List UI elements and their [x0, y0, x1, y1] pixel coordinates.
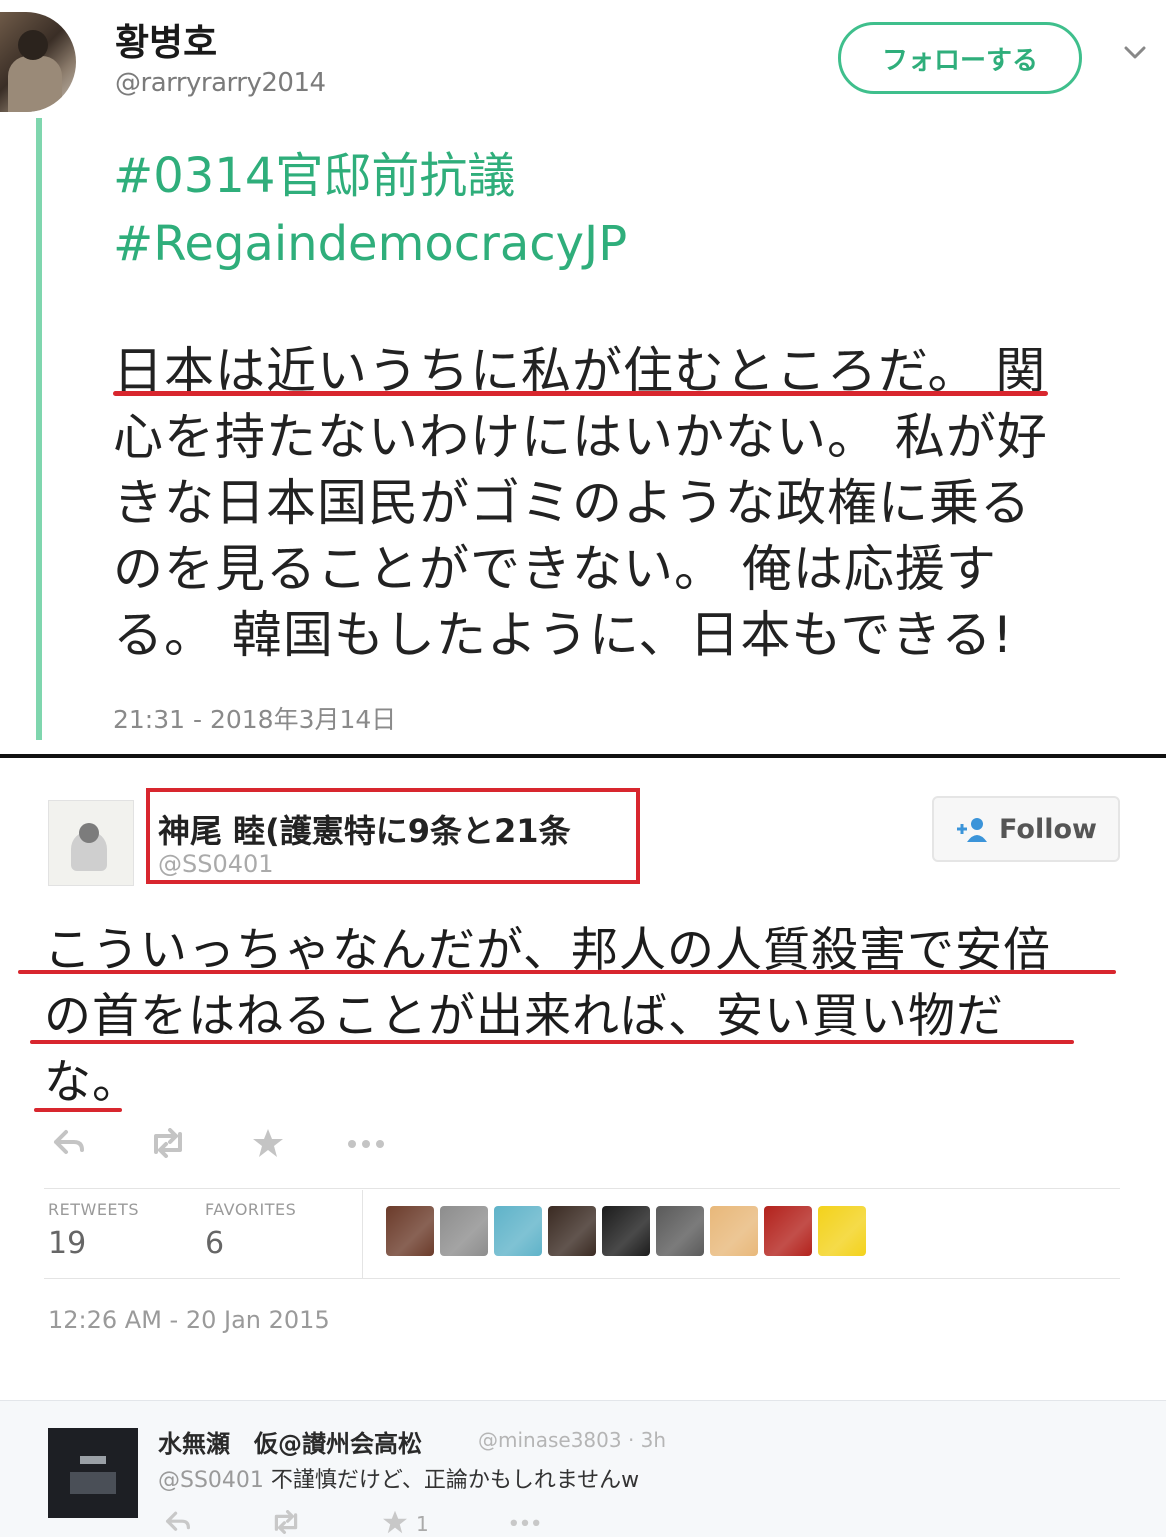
chevron-down-icon[interactable] — [1120, 38, 1150, 68]
reply-text: @SS0401 不謹慎だけど、正論かもしれませんw — [158, 1462, 639, 1494]
user-avatar[interactable] — [0, 12, 76, 112]
tweet-text-line: な。 — [44, 1055, 140, 1110]
stats-separator — [362, 1190, 363, 1278]
stats-divider — [44, 1278, 1120, 1279]
tweet-text-line: る。 韓国もしたように、日本もできる! — [113, 606, 1014, 664]
tweet-timestamp[interactable]: 21:31 - 2018年3月14日 — [113, 700, 396, 736]
retweet-icon[interactable] — [270, 1510, 302, 1534]
tweet-text-line: こういっちゃなんだが、邦人の人質殺害で安倍 — [44, 923, 1052, 978]
retweet-icon[interactable] — [148, 1128, 188, 1158]
hashtag-link[interactable]: #0314官邸前抗議 — [113, 142, 627, 210]
user-handle[interactable]: @rarryrarry2014 — [115, 68, 326, 98]
tweet-text-line: きな日本国民がゴミのような政権に乗る — [113, 474, 1031, 532]
retweets-count[interactable]: 19 — [48, 1226, 86, 1261]
reply-icon[interactable] — [164, 1510, 192, 1534]
reply-icon[interactable] — [52, 1128, 86, 1158]
favorite-icon[interactable] — [252, 1128, 284, 1158]
mention-link[interactable]: @SS0401 — [158, 1468, 264, 1493]
more-icon[interactable] — [508, 1510, 542, 1534]
favoriter-avatar[interactable] — [710, 1206, 758, 1256]
display-name[interactable]: 황병호 — [115, 12, 217, 66]
reply-body: 不謹慎だけど、正論かもしれませんw — [263, 1468, 640, 1493]
red-underline — [30, 1040, 1074, 1044]
avatar-figure-head — [79, 823, 99, 843]
follow-label: Follow — [999, 813, 1097, 845]
display-name[interactable]: 水無瀬 仮@讃州会高松 — [158, 1424, 422, 1459]
red-underline — [18, 970, 1116, 974]
favoriter-avatar[interactable] — [494, 1206, 542, 1256]
favoriter-avatar[interactable] — [386, 1206, 434, 1256]
retweets-label[interactable]: RETWEETS — [48, 1200, 139, 1219]
favoriter-avatar[interactable] — [602, 1206, 650, 1256]
favorites-count[interactable]: 6 — [205, 1226, 224, 1261]
favorite-count: 1 — [416, 1512, 429, 1536]
tweet-text: こういっちゃなんだが、邦人の人質殺害で安倍 の首をはねることが出来れば、安い買い… — [44, 918, 1124, 1116]
hashtag-link[interactable]: #RegaindemocracyJP — [113, 210, 627, 278]
tweet-text: 日本は近いうちに私が住むところだ。 関 心を持たないわけにはいかない。 私が好 … — [113, 338, 1153, 668]
red-underline — [34, 1108, 122, 1112]
favorite-icon[interactable] — [382, 1510, 408, 1534]
add-user-icon — [957, 818, 988, 842]
tweet-text-line: 心を持たないわけにはいかない。 私が好 — [113, 408, 1048, 466]
favoriter-avatar[interactable] — [656, 1206, 704, 1256]
favoriter-avatars — [386, 1206, 866, 1256]
stats-divider — [44, 1188, 1120, 1189]
user-handle[interactable]: @minase3803 · 3h — [478, 1428, 666, 1452]
user-avatar[interactable] — [48, 800, 134, 886]
avatar-mark — [70, 1472, 116, 1494]
hashtag-list: #0314官邸前抗議 #RegaindemocracyJP — [113, 142, 627, 278]
user-handle[interactable]: @SS0401 — [158, 850, 274, 878]
favoriter-avatar[interactable] — [818, 1206, 866, 1256]
favorites-label[interactable]: FAVORITES — [205, 1200, 296, 1219]
favoriter-avatar[interactable] — [440, 1206, 488, 1256]
avatar-figure-head — [18, 30, 48, 60]
tweet-text-line: のを見ることができない。 俺は応援す — [113, 540, 997, 598]
more-icon[interactable] — [346, 1128, 386, 1158]
follow-button[interactable]: フォローする — [838, 22, 1082, 94]
favoriter-avatar[interactable] — [764, 1206, 812, 1256]
user-avatar[interactable] — [48, 1428, 138, 1518]
tweet-actions — [48, 1128, 408, 1168]
thread-line — [36, 118, 42, 740]
tweet-timestamp[interactable]: 12:26 AM - 20 Jan 2015 — [48, 1306, 330, 1334]
red-underline — [113, 391, 1048, 396]
favoriter-avatar[interactable] — [548, 1206, 596, 1256]
display-name[interactable]: 神尾 睦(護憲特に9条と21条 — [158, 806, 571, 852]
avatar-mark — [80, 1456, 106, 1464]
avatar-figure-body — [8, 56, 62, 112]
follow-button[interactable]: Follow — [932, 796, 1120, 862]
image-divider — [0, 754, 1166, 758]
